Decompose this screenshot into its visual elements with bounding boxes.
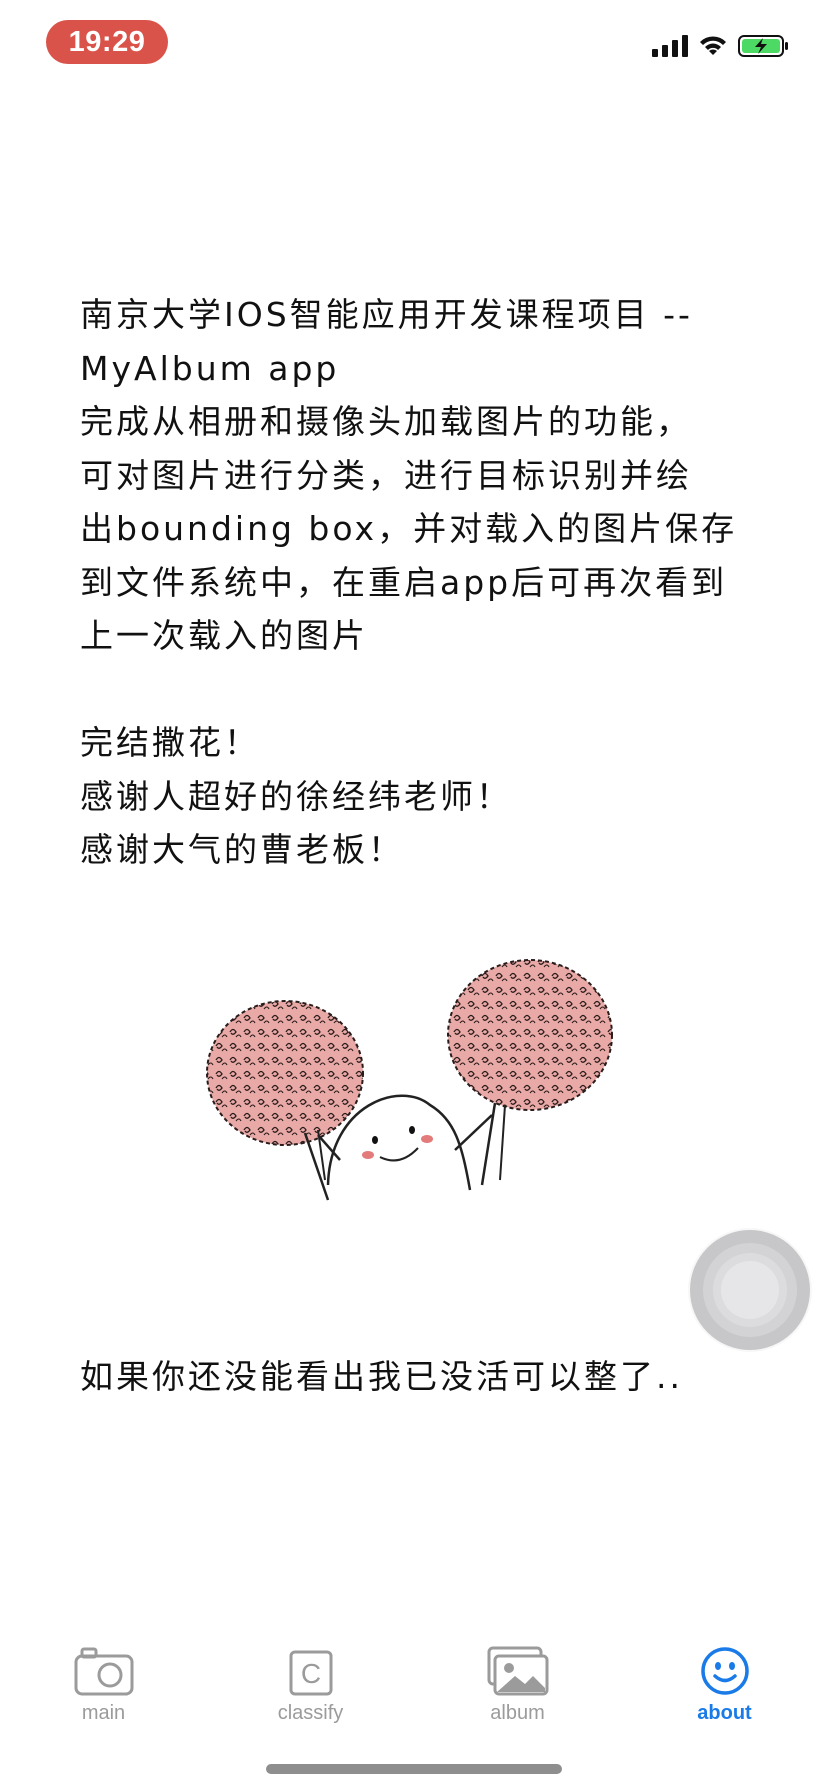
- thanks-line: 完结撒花！: [80, 723, 260, 762]
- status-time: 19:29: [46, 20, 168, 64]
- smiley-icon: [700, 1647, 749, 1695]
- wifi-icon: [700, 36, 726, 55]
- battery-charging-icon: [738, 35, 788, 57]
- about-line: 上一次载入的图片: [80, 616, 368, 655]
- photos-icon: [487, 1646, 548, 1696]
- c-square-icon: C: [289, 1650, 332, 1696]
- thanks-line: 感谢人超好的徐经纬老师！: [80, 776, 512, 816]
- tab-album-label: album: [490, 1702, 545, 1724]
- tab-classify[interactable]: C classify: [207, 1610, 414, 1740]
- thanks-line: 感谢大气的曹老板！: [80, 830, 404, 869]
- about-line: 南京大学IOS智能应用开发课程项目 --: [80, 295, 693, 334]
- home-indicator[interactable]: [266, 1764, 562, 1774]
- celebration-illustration: [206, 959, 613, 1201]
- tab-classify-label: classify: [277, 1702, 344, 1724]
- tab-album[interactable]: album: [414, 1610, 621, 1740]
- tab-main[interactable]: main: [0, 1610, 207, 1740]
- about-line: 到文件系统中，在重启app后可再次看到: [80, 562, 728, 602]
- assistive-touch-button[interactable]: [690, 1230, 810, 1350]
- cellular-signal-icon: [652, 35, 688, 57]
- status-bar: 19:29: [0, 0, 828, 88]
- about-line: 出bounding box，并对载入的图片保存: [80, 509, 738, 548]
- svg-text:C: C: [300, 1658, 320, 1689]
- about-line: 可对图片进行分类，进行目标识别并绘: [80, 455, 692, 495]
- footer-text: 如果你还没能看出我已没活可以整了..: [80, 1357, 683, 1396]
- about-text: 南京大学IOS智能应用开发课程项目 -- MyAlbum app 完成从相册和摄…: [80, 288, 770, 877]
- about-line: MyAlbum app: [80, 348, 340, 388]
- status-icons: [652, 34, 790, 58]
- about-line: 完成从相册和摄像头加载图片的功能，: [80, 402, 692, 441]
- tab-main-label: main: [81, 1702, 126, 1724]
- camera-icon: [74, 1647, 133, 1696]
- tab-bar: main C classify album about: [0, 1610, 828, 1740]
- tab-about-label: about: [697, 1702, 752, 1724]
- tab-about[interactable]: about: [621, 1610, 828, 1740]
